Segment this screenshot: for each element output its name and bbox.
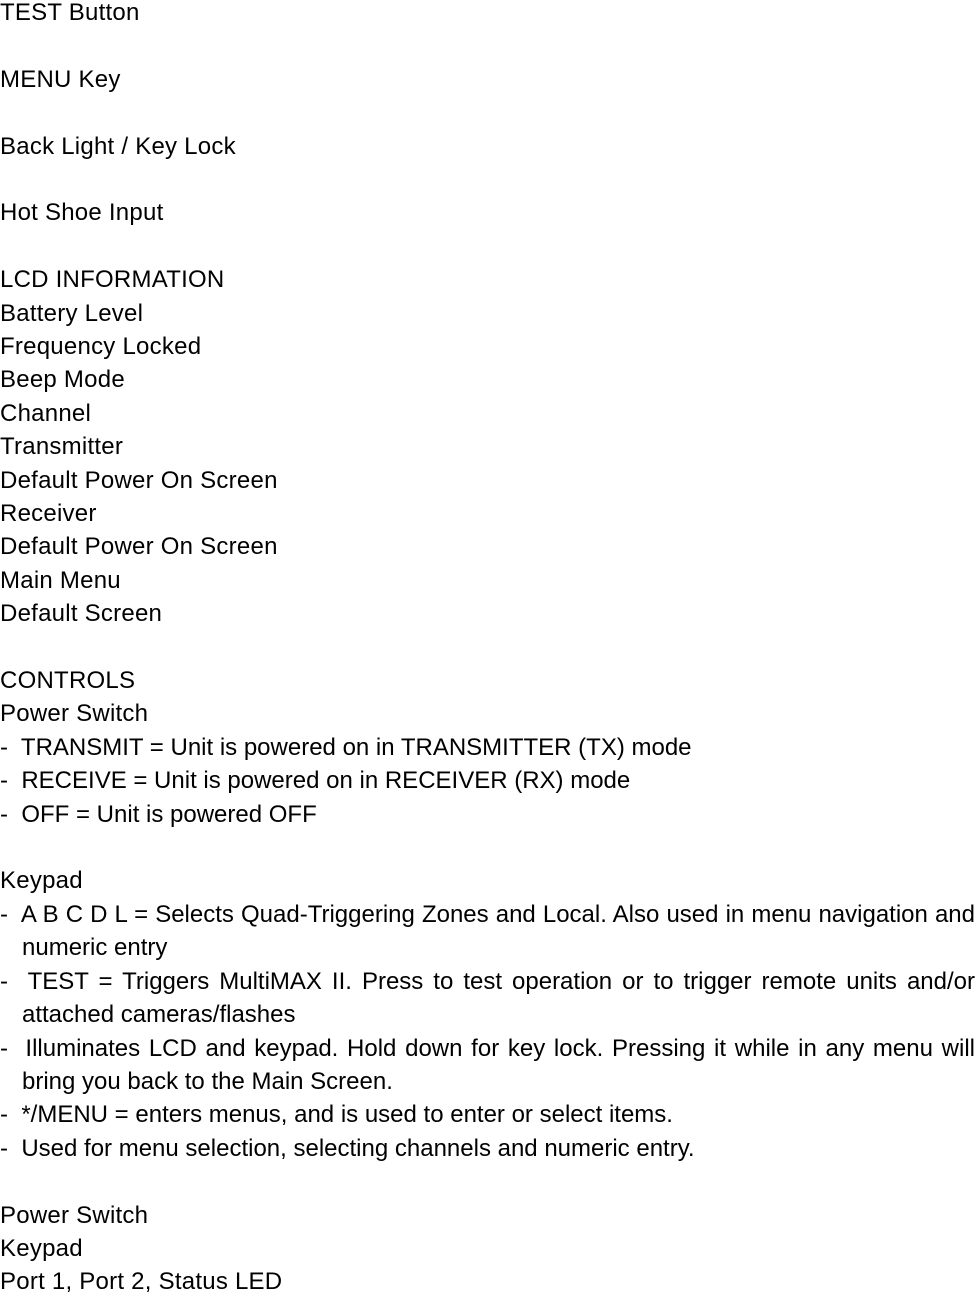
bullet-keypad-zones: - A B C D L = Selects Quad-Triggering Zo…	[0, 898, 975, 965]
lcd-item-beep-mode: Beep Mode	[0, 366, 125, 394]
lcd-item-receiver: Receiver	[0, 500, 97, 528]
bullet-dash: -	[0, 1134, 8, 1162]
label-test-button: TEST Button	[0, 0, 140, 26]
bullet-power-off: - OFF = Unit is powered OFF	[0, 798, 975, 831]
subheading-power-switch: Power Switch	[0, 700, 149, 728]
bullet-text: TEST = Triggers MultiMAX II. Press to te…	[22, 967, 975, 1029]
label-menu-key: MENU Key	[0, 65, 121, 93]
bullet-dash: -	[0, 800, 8, 828]
lcd-item-default-screen: Default Screen	[0, 600, 163, 628]
lcd-item-transmitter: Transmitter	[0, 433, 124, 461]
bullet-dash: -	[0, 967, 8, 995]
bullet-keypad-selection: - Used for menu selection, selecting cha…	[0, 1132, 975, 1165]
label-bottom-keypad: Keypad	[0, 1234, 83, 1262]
document-page: TEST Button MENU Key Back Light / Key Lo…	[0, 0, 975, 1295]
heading-lcd-information: LCD INFORMATION	[0, 266, 225, 294]
subheading-keypad: Keypad	[0, 867, 83, 895]
bullet-text: Used for menu selection, selecting chann…	[21, 1134, 695, 1162]
bullet-dash: -	[0, 1101, 8, 1129]
bullet-text: A B C D L = Selects Quad-Triggering Zone…	[20, 900, 975, 962]
document-body: TEST Button MENU Key Back Light / Key Lo…	[0, 0, 975, 1299]
label-back-light-key-lock: Back Light / Key Lock	[0, 132, 236, 160]
lcd-item-channel: Channel	[0, 399, 92, 427]
bullet-text: OFF = Unit is powered OFF	[21, 800, 317, 828]
bullet-power-receive: - RECEIVE = Unit is powered on in RECEIV…	[0, 764, 975, 797]
lcd-item-main-menu: Main Menu	[0, 566, 121, 594]
label-bottom-power-switch: Power Switch	[0, 1201, 149, 1229]
bullet-dash: -	[0, 1034, 8, 1062]
lcd-item-transmitter-default-power-on-screen: Default Power On Screen	[0, 466, 278, 494]
bullet-text: Illuminates LCD and keypad. Hold down fo…	[22, 1034, 975, 1095]
bullet-keypad-test: - TEST = Triggers MultiMAX II. Press to …	[0, 965, 975, 1032]
label-hot-shoe-input: Hot Shoe Input	[0, 199, 164, 227]
bullet-text: TRANSMIT = Unit is powered on in TRANSMI…	[20, 733, 692, 761]
bullet-dash: -	[0, 733, 8, 761]
bullet-power-transmit: - TRANSMIT = Unit is powered on in TRANS…	[0, 731, 975, 764]
bullet-keypad-backlight: - Illuminates LCD and keypad. Hold down …	[0, 1032, 975, 1099]
bullet-dash: -	[0, 767, 8, 795]
bullet-text: RECEIVE = Unit is powered on in RECEIVER…	[21, 767, 631, 795]
lcd-item-receiver-default-power-on-screen: Default Power On Screen	[0, 533, 278, 561]
lcd-item-battery-level: Battery Level	[0, 299, 144, 327]
heading-controls: CONTROLS	[0, 667, 136, 695]
bullet-dash: -	[0, 900, 8, 928]
lcd-item-frequency-locked: Frequency Locked	[0, 333, 202, 360]
bullet-text: */MENU = enters menus, and is used to en…	[21, 1101, 673, 1129]
bullet-keypad-menu: - */MENU = enters menus, and is used to …	[0, 1098, 975, 1131]
label-bottom-ports: Port 1, Port 2, Status LED	[0, 1268, 283, 1296]
